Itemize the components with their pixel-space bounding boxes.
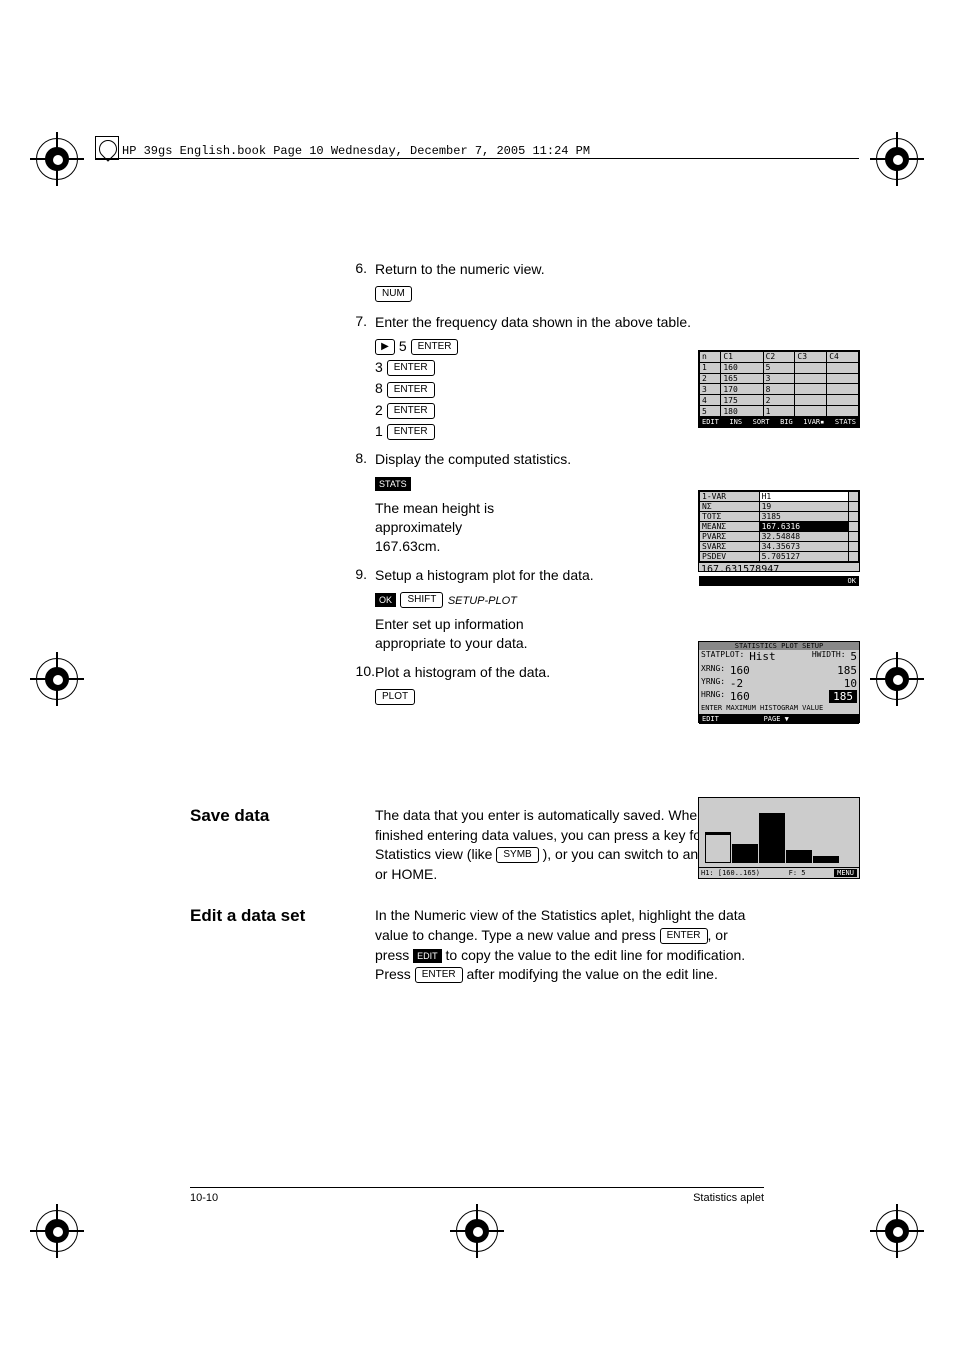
shift-key: SHIFT <box>400 592 443 608</box>
plot-key: PLOT <box>375 689 415 705</box>
enter-key: ENTER <box>387 382 435 398</box>
digit-1: 1 <box>375 423 383 439</box>
footer-rule <box>190 1187 764 1188</box>
enter-key: ENTER <box>415 967 463 983</box>
header-rule <box>95 158 859 159</box>
calc-screenshot-histogram: H1: [160..165) F: 5 MENU <box>698 797 860 879</box>
step-10-num: 10. <box>190 663 375 682</box>
chapter-name: Statistics aplet <box>693 1192 764 1204</box>
registration-mark-mr <box>876 658 918 700</box>
calc-screenshot-plot-setup: STATISTICS PLOT SETUP STATPLOT: HistHWID… <box>698 641 860 723</box>
right-arrow-key: ▶ <box>375 339 395 355</box>
digit-2: 2 <box>375 402 383 418</box>
enter-key: ENTER <box>387 360 435 376</box>
page-content: 6. Return to the numeric view. NUM 7. En… <box>190 260 765 985</box>
ok-softkey: OK <box>375 593 396 607</box>
header-text: HP 39gs English.book Page 10 Wednesday, … <box>122 144 590 158</box>
setup-plot-label: SETUP-PLOT <box>448 595 517 607</box>
step-9-body: Enter set up information appropriate to … <box>375 616 528 651</box>
num-key: NUM <box>375 286 412 302</box>
book-icon <box>95 136 119 160</box>
step-6-num: 6. <box>190 260 375 279</box>
enter-key: ENTER <box>660 928 708 944</box>
step-9-num: 9. <box>190 566 375 585</box>
edit-dataset-heading: Edit a data set <box>190 906 365 926</box>
calc-screenshot-numeric-view: nC1C2C3C4 11605 21653 31708 41752 51801 … <box>698 350 860 428</box>
save-data-heading: Save data <box>190 806 365 826</box>
enter-key: ENTER <box>387 424 435 440</box>
digit-8: 8 <box>375 380 383 396</box>
enter-key: ENTER <box>411 339 459 355</box>
registration-mark-tl <box>36 138 78 180</box>
enter-key: ENTER <box>387 403 435 419</box>
symb-key: SYMB <box>496 847 538 863</box>
digit-3: 3 <box>375 359 383 375</box>
step-7-text: Enter the frequency data shown in the ab… <box>375 313 765 332</box>
step-6-text: Return to the numeric view. <box>375 260 765 279</box>
registration-mark-tr <box>876 138 918 180</box>
stats-softkey: STATS <box>375 477 411 491</box>
step-8-text: Display the computed statistics. <box>375 450 765 469</box>
registration-mark-bc <box>456 1210 498 1252</box>
step-8-num: 8. <box>190 450 375 469</box>
step-7-num: 7. <box>190 313 375 332</box>
registration-mark-ml <box>36 658 78 700</box>
calc-screenshot-stats: 1-VARH1 NΣ19 TOTΣ3185 MEANΣ167.6316 PVAR… <box>698 490 860 572</box>
digit-5: 5 <box>399 338 407 354</box>
step-8-body: The mean height is approximately 167.63c… <box>375 499 525 556</box>
edit-softkey: EDIT <box>413 949 442 963</box>
registration-mark-br <box>876 1210 918 1252</box>
page-number: 10-10 <box>190 1192 218 1204</box>
registration-mark-bl <box>36 1210 78 1252</box>
edit-dataset-body: In the Numeric view of the Statistics ap… <box>375 906 765 984</box>
